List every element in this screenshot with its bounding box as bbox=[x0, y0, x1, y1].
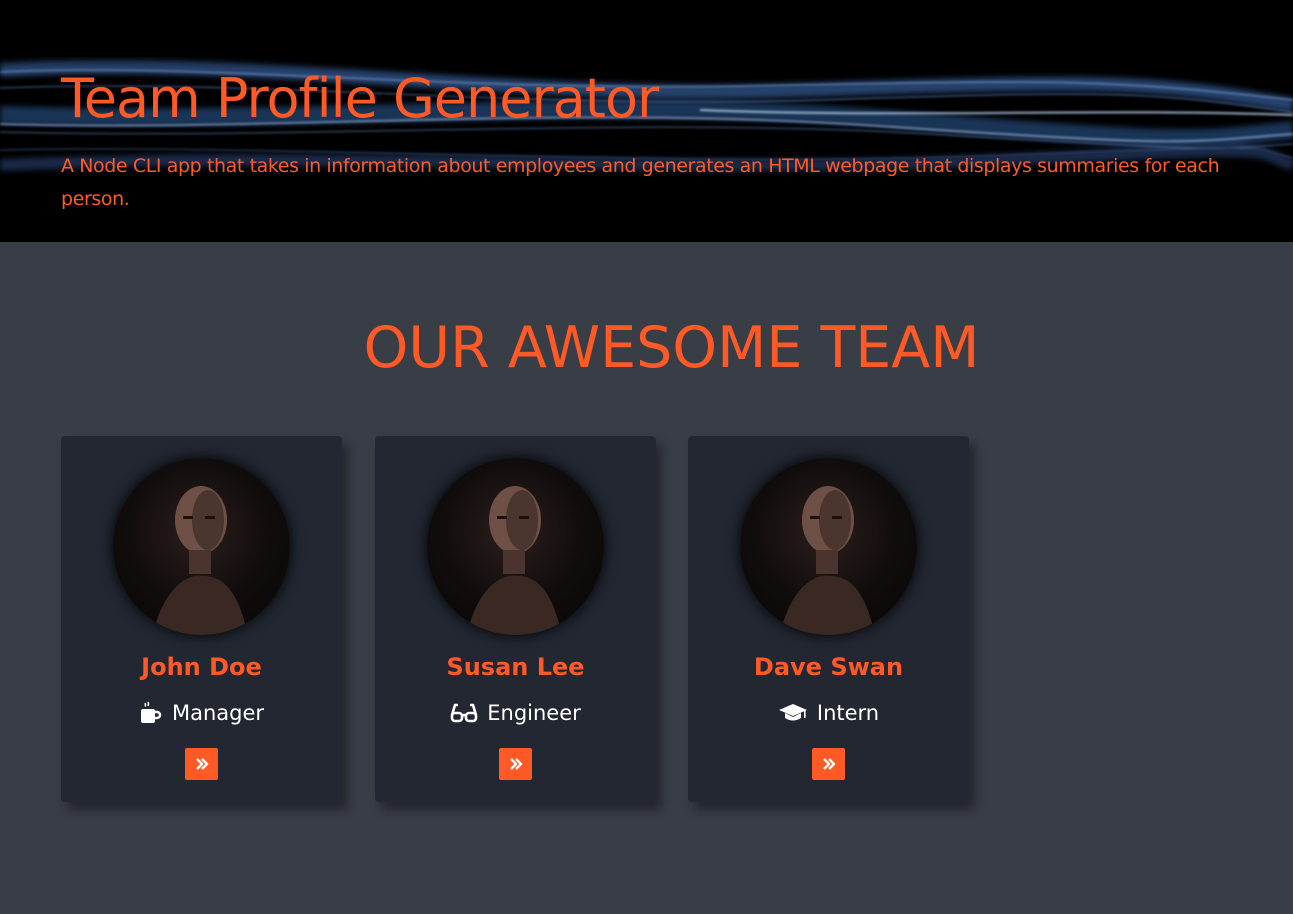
employee-name: Dave Swan bbox=[753, 653, 904, 681]
view-profile-button[interactable] bbox=[185, 748, 218, 780]
view-profile-button[interactable] bbox=[499, 748, 532, 780]
hero-banner: Team Profile Generator A Node CLI app th… bbox=[0, 0, 1293, 242]
coffee-mug-icon bbox=[139, 701, 163, 725]
employee-role: Engineer bbox=[375, 698, 656, 728]
double-chevron-right-icon bbox=[195, 758, 208, 770]
employee-card: Susan Lee Engineer bbox=[375, 436, 656, 802]
avatar bbox=[427, 458, 604, 635]
role-label: Manager bbox=[171, 701, 265, 725]
employee-name: John Doe bbox=[141, 653, 262, 681]
role-label: Engineer bbox=[487, 701, 581, 725]
employee-name: Susan Lee bbox=[446, 653, 585, 681]
avatar bbox=[113, 458, 290, 635]
employee-card: Dave Swan Intern bbox=[688, 436, 969, 802]
page-subtitle: A Node CLI app that takes in information… bbox=[61, 155, 1220, 210]
double-chevron-right-icon bbox=[509, 758, 522, 770]
double-chevron-right-icon bbox=[822, 758, 835, 770]
view-profile-button[interactable] bbox=[812, 748, 845, 780]
role-label: Intern bbox=[816, 701, 880, 725]
employee-role: Manager bbox=[61, 698, 342, 728]
team-heading: OUR AWESOME TEAM bbox=[363, 315, 980, 381]
glasses-icon bbox=[450, 702, 478, 724]
employee-role: Intern bbox=[688, 698, 969, 728]
graduation-cap-icon bbox=[778, 702, 808, 724]
employee-card: John Doe Manager bbox=[61, 436, 342, 802]
page-title: Team Profile Generator bbox=[61, 67, 659, 130]
avatar bbox=[740, 458, 917, 635]
